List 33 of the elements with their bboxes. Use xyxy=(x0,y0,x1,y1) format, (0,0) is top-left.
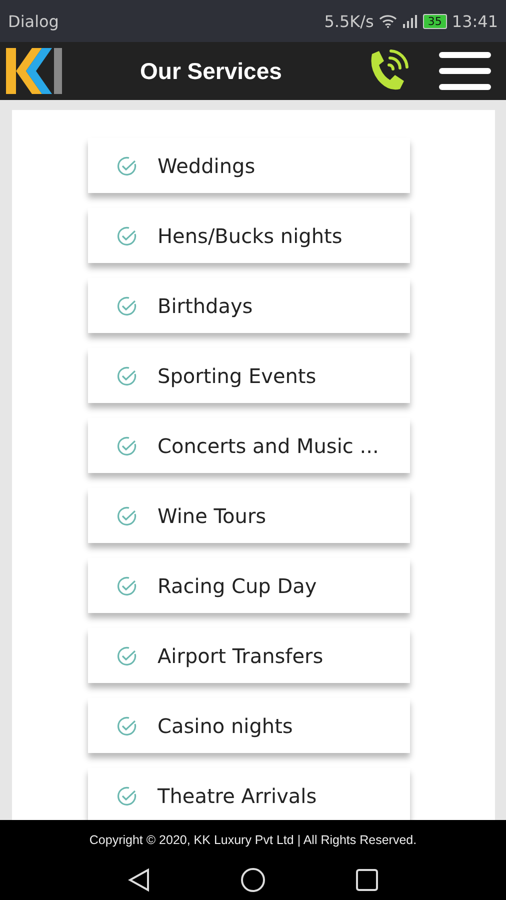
service-item[interactable]: Casino nights xyxy=(88,698,410,753)
logo-icon xyxy=(4,46,64,96)
check-circle-icon xyxy=(116,504,138,526)
menu-icon[interactable] xyxy=(438,49,492,93)
battery-level: 35 xyxy=(422,14,447,28)
check-circle-icon xyxy=(116,294,138,316)
status-time: 13:41 xyxy=(452,12,498,30)
check-circle-icon xyxy=(116,364,138,386)
check-circle-icon xyxy=(116,574,138,596)
service-item[interactable]: Sporting Events xyxy=(88,348,410,403)
service-item[interactable]: Racing Cup Day xyxy=(88,558,410,613)
wifi-icon xyxy=(378,14,397,28)
service-item[interactable]: Theatre Arrivals xyxy=(88,768,410,820)
check-circle-icon xyxy=(116,154,138,176)
copyright-text: Copyright © 2020, KK Luxury Pvt Ltd | All Rights Reserved. xyxy=(89,833,417,847)
back-icon[interactable] xyxy=(128,868,150,892)
signal-icon xyxy=(402,14,418,28)
service-item[interactable]: Airport Transfers xyxy=(88,628,410,683)
check-circle-icon xyxy=(116,714,138,736)
check-circle-icon xyxy=(116,224,138,246)
service-item[interactable]: Wine Tours xyxy=(88,488,410,543)
page-title: Our Services xyxy=(140,58,283,84)
network-speed: 5.5K/s xyxy=(324,12,374,30)
service-item[interactable]: Birthdays xyxy=(88,278,410,333)
home-icon[interactable] xyxy=(240,867,266,893)
check-circle-icon xyxy=(116,644,138,666)
service-item[interactable]: Concerts and Music ... xyxy=(88,418,410,473)
service-item[interactable]: Hens/Bucks nights xyxy=(88,208,410,263)
service-item[interactable]: Weddings xyxy=(88,138,410,193)
status-app-name: Dialog xyxy=(8,12,59,30)
check-circle-icon xyxy=(116,434,138,456)
recents-icon[interactable] xyxy=(356,869,378,891)
check-circle-icon xyxy=(116,784,138,806)
